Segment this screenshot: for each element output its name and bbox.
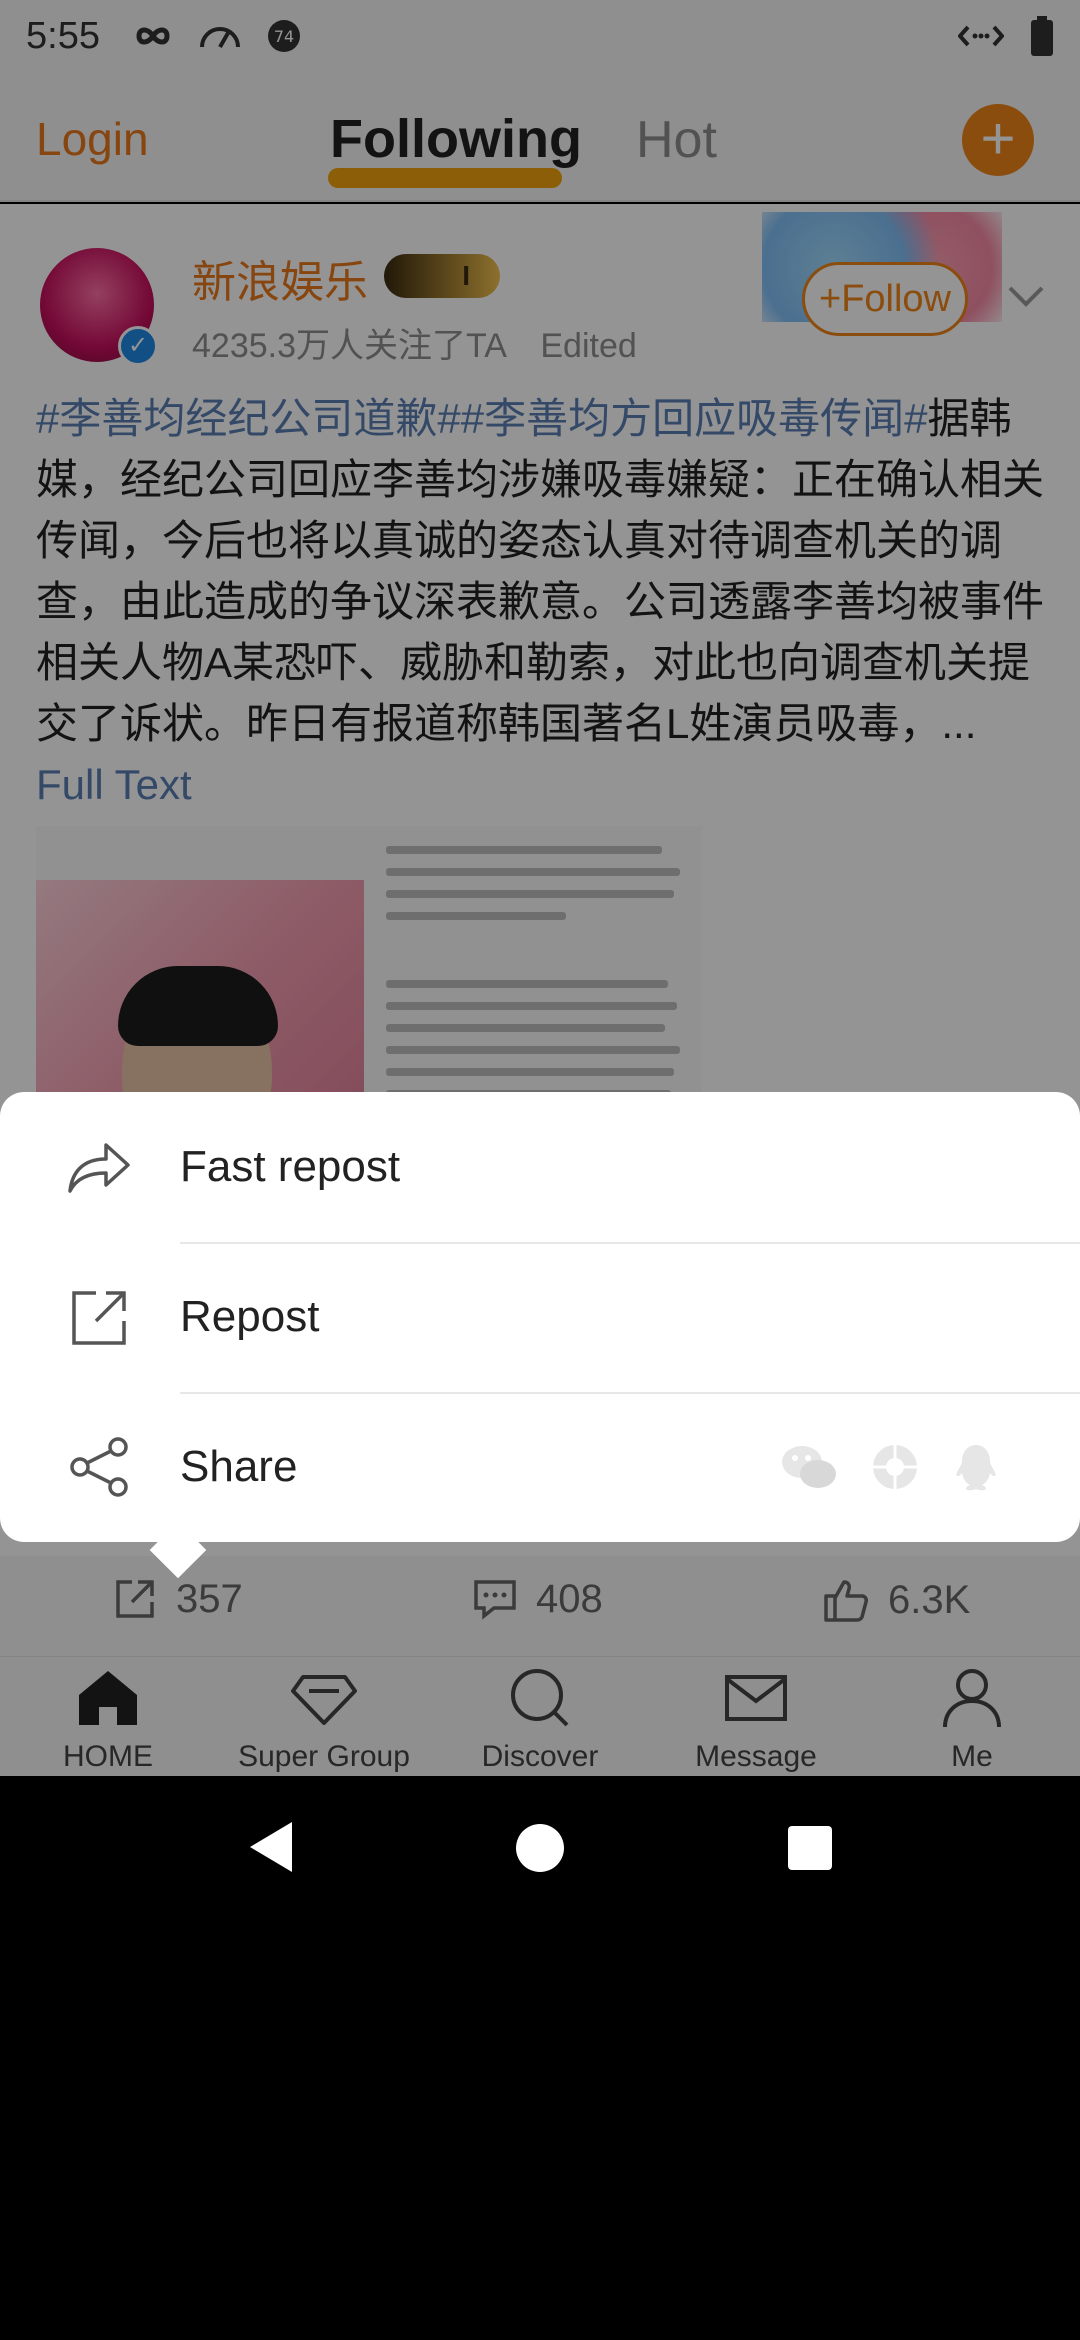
fast-repost-option[interactable]: Fast repost	[0, 1092, 1080, 1242]
share-label: Share	[180, 1442, 298, 1491]
forward-arrow-icon	[68, 1143, 130, 1193]
qq-icon[interactable]	[952, 1441, 1000, 1493]
home-button[interactable]	[516, 1824, 564, 1872]
moments-icon[interactable]	[870, 1442, 920, 1492]
system-nav-bar	[0, 1776, 1080, 1916]
recents-button[interactable]	[788, 1826, 832, 1870]
share-apps	[780, 1441, 1000, 1493]
repost-sheet: Fast repost Repost Share	[0, 1092, 1080, 1542]
wechat-icon[interactable]	[780, 1442, 838, 1492]
repost-label: Repost	[180, 1292, 320, 1341]
repost-option[interactable]: Repost	[0, 1242, 1080, 1392]
fast-repost-label: Fast repost	[180, 1142, 401, 1191]
back-icon[interactable]	[246, 1818, 296, 1876]
share-icon	[70, 1437, 128, 1497]
external-link-icon	[72, 1291, 126, 1345]
share-option[interactable]: Share	[0, 1392, 1080, 1542]
